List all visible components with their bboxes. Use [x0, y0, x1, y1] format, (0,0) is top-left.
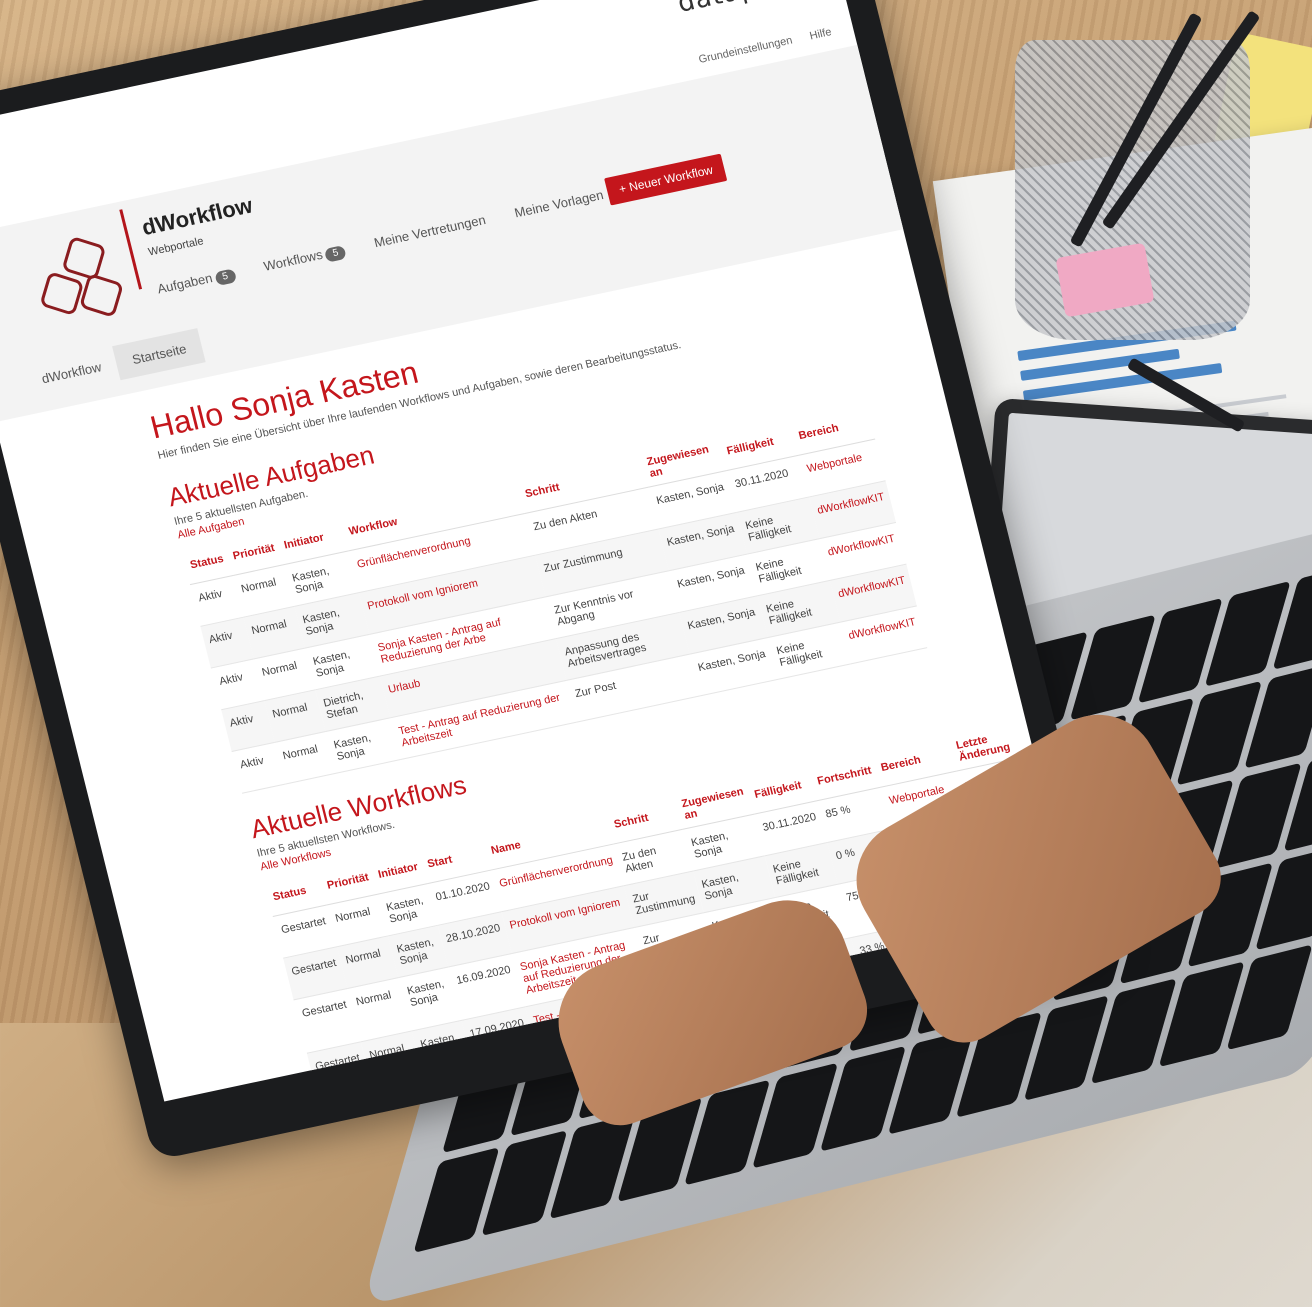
keyboard-key [1244, 663, 1312, 769]
keyboard-key [413, 1147, 500, 1254]
keyboard-key [481, 1130, 568, 1237]
keyboard-key [819, 1046, 906, 1152]
keyboard-key [1158, 961, 1245, 1068]
keyboard-key [752, 1063, 839, 1169]
keyboard-key [887, 1029, 974, 1135]
keyboard-key [1205, 580, 1292, 687]
keyboard-key [1137, 597, 1224, 704]
keyboard-key [1091, 978, 1178, 1085]
keyboard-key [1176, 680, 1263, 786]
keyboard-key [1226, 944, 1312, 1051]
keyboard-key [1215, 762, 1302, 869]
keyboard-key [1255, 845, 1312, 951]
keyboard-key [1069, 614, 1156, 721]
keyboard-key [548, 1113, 635, 1220]
help-link[interactable]: Hilfe [808, 26, 832, 42]
keyboard-key [1023, 995, 1110, 1101]
dataport-logo: dataport [675, 0, 817, 19]
